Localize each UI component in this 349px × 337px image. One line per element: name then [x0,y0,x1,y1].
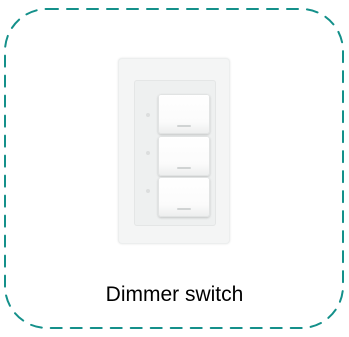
indicator-light [146,113,150,117]
indicator-light [146,151,150,155]
card-label: Dimmer switch [105,283,244,306]
rocker-switch-top [158,94,210,134]
rocker-switch-middle [158,136,210,176]
indicator-light [146,189,150,193]
rocker-switch-bottom [158,177,210,217]
product-card[interactable]: Dimmer switch [0,0,349,337]
